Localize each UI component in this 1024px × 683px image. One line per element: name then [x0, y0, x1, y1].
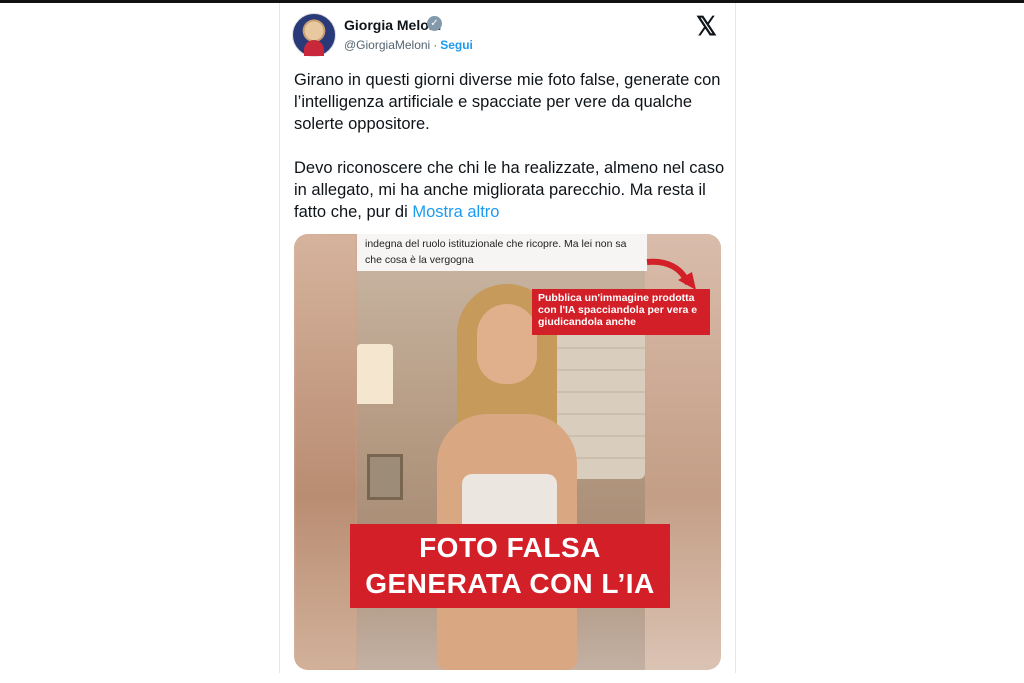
picture-frame	[367, 454, 403, 500]
banner-line-2: GENERATA CON L’IA	[365, 568, 655, 599]
tweet-paragraph-2: Devo riconoscere che chi le ha realizzat…	[294, 157, 726, 223]
banner-line-1: FOTO FALSA	[419, 532, 601, 563]
lamp	[357, 344, 393, 404]
follow-button[interactable]: Segui	[440, 38, 473, 52]
face	[477, 304, 537, 384]
author-handle[interactable]: @GiorgiaMeloni	[344, 38, 430, 52]
tweet-paragraph-1: Girano in questi giorni diverse mie foto…	[294, 71, 721, 133]
avatar[interactable]	[292, 13, 336, 57]
x-logo-icon[interactable]: 𝕏	[696, 11, 717, 42]
avatar-figure	[304, 40, 324, 56]
verified-badge-icon: ✓	[427, 16, 442, 31]
show-more-link[interactable]: Mostra altro	[412, 203, 499, 221]
separator: ·	[433, 38, 438, 52]
tweet-paragraph-2-text: Devo riconoscere che chi le ha realizzat…	[294, 159, 725, 221]
blurred-left-edge	[294, 234, 357, 670]
person-figure	[417, 284, 597, 670]
handle-row: @GiorgiaMeloni · Segui	[344, 38, 473, 52]
tweet-card: Giorgia Meloni ✓ @GiorgiaMeloni · Segui 𝕏 …	[279, 3, 736, 673]
callout-label: Pubblica un'immagine prodotta con l'IA s…	[532, 289, 710, 335]
tweet-text: Girano in questi giorni diverse mie foto…	[294, 69, 726, 245]
callout-arrow-icon	[646, 258, 696, 290]
fake-photo-banner: FOTO FALSA GENERATA CON L’IA	[350, 524, 670, 608]
quoted-comment: indegna del ruolo istituzionale che rico…	[357, 234, 647, 271]
tweet-media-image[interactable]: indegna del ruolo istituzionale che rico…	[294, 234, 721, 670]
